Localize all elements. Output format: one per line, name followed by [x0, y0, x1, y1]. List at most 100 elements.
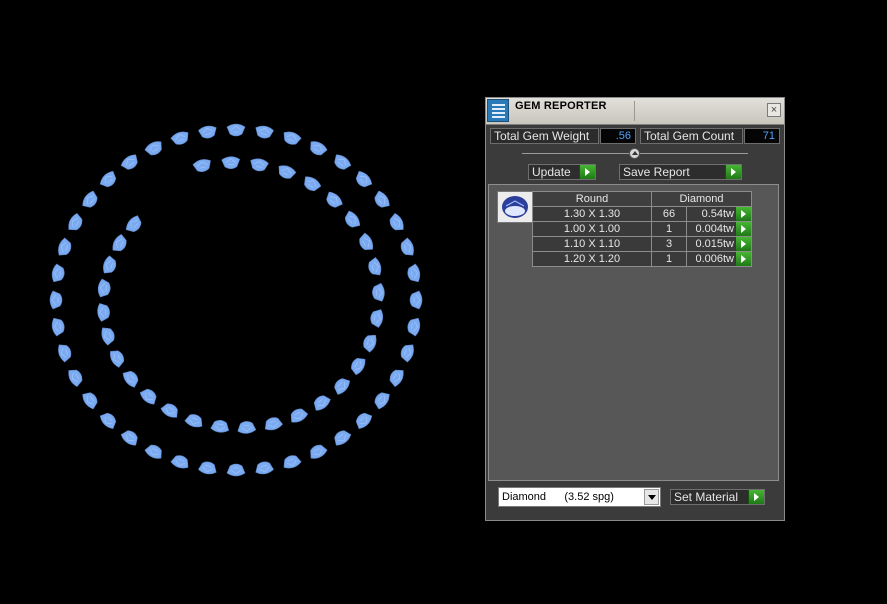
- gem-stone: [58, 237, 72, 256]
- gem-stone: [144, 444, 162, 459]
- material-select[interactable]: Diamond (3.52 spg): [498, 487, 661, 507]
- gem-stone: [97, 278, 111, 298]
- gem-stone: [344, 210, 361, 228]
- gem-stone: [210, 419, 230, 433]
- gem-count: 1: [651, 251, 687, 267]
- title-bar[interactable]: GEM REPORTER ×: [486, 98, 784, 125]
- gem-stone: [304, 176, 322, 191]
- gem-stone: [122, 370, 139, 388]
- table-row[interactable]: 1.00 X 1.00 1 0.004tw: [532, 221, 752, 237]
- gem-weight-value: 0.006tw: [695, 253, 734, 265]
- gem-stone: [170, 131, 189, 145]
- gem-stone: [370, 309, 384, 328]
- gem-stone: [313, 395, 331, 411]
- panel-title: GEM REPORTER: [515, 100, 607, 112]
- gem-stone: [112, 233, 127, 252]
- gem-stone: [389, 369, 404, 387]
- gem-size: 1.30 X 1.30: [532, 206, 652, 222]
- gem-stone: [283, 455, 302, 469]
- gem-reporter-icon: [487, 99, 509, 122]
- header-shape: Round: [532, 191, 652, 207]
- gem-list-area[interactable]: Round Diamond 1.30 X 1.30 66 0.54tw 1.00 X …: [488, 184, 779, 481]
- set-material-button[interactable]: Set Material: [670, 489, 765, 505]
- gem-stone: [310, 444, 328, 459]
- go-arrow-icon[interactable]: [735, 207, 751, 221]
- gem-count: 3: [651, 236, 687, 252]
- gem-size: 1.20 X 1.20: [532, 251, 652, 267]
- go-arrow-icon: [725, 165, 741, 179]
- gem-stone: [51, 263, 65, 283]
- gem-stone: [264, 417, 283, 431]
- gem-stone: [68, 369, 83, 387]
- gem-stone: [290, 408, 309, 423]
- gem-stone: [110, 350, 125, 368]
- close-icon[interactable]: ×: [767, 103, 781, 117]
- gem-stone: [184, 414, 203, 428]
- gem-stone: [334, 378, 351, 395]
- total-gem-weight-label: Total Gem Weight: [490, 128, 599, 144]
- gem-stone: [170, 455, 189, 469]
- slider-up-icon[interactable]: [629, 148, 640, 159]
- gem-stone: [389, 213, 404, 231]
- gem-stone: [283, 131, 302, 145]
- gem-table: Round Diamond 1.30 X 1.30 66 0.54tw 1.00 X …: [532, 191, 752, 267]
- gem-stone: [226, 123, 246, 137]
- gem-stone: [409, 290, 423, 310]
- round-gem-icon[interactable]: [497, 191, 533, 223]
- gem-stone: [351, 357, 366, 376]
- gem-stone: [226, 463, 246, 477]
- header-material: Diamond: [651, 191, 752, 207]
- gem-stone: [400, 344, 414, 363]
- table-row[interactable]: 1.20 X 1.20 1 0.006tw: [532, 251, 752, 267]
- gem-stone: [160, 403, 178, 418]
- go-arrow-icon[interactable]: [735, 222, 751, 236]
- gem-stone: [237, 421, 257, 434]
- material-select-value: Diamond (3.52 spg): [502, 491, 614, 503]
- total-gem-count-label: Total Gem Count: [640, 128, 743, 144]
- gem-stone: [374, 392, 390, 410]
- gem-stone: [255, 125, 274, 139]
- gem-stone: [221, 156, 241, 169]
- gem-stone: [68, 213, 83, 231]
- go-arrow-icon: [579, 165, 595, 179]
- gem-stone: [326, 191, 343, 208]
- gem-weight: 0.004tw: [686, 221, 752, 237]
- gem-stone: [82, 392, 98, 410]
- gem-stone: [363, 334, 377, 353]
- table-row[interactable]: 1.10 X 1.10 3 0.015tw: [532, 236, 752, 252]
- save-report-button[interactable]: Save Report: [619, 164, 742, 180]
- gem-weight-value: 0.54tw: [701, 208, 734, 220]
- gem-stone: [99, 412, 117, 430]
- gem-count: 66: [651, 206, 687, 222]
- go-arrow-icon[interactable]: [735, 252, 751, 266]
- gem-stone: [192, 159, 211, 172]
- gem-weight: 0.006tw: [686, 251, 752, 267]
- gem-stone: [355, 170, 373, 188]
- gem-stone: [120, 154, 138, 170]
- gem-stone: [374, 190, 390, 208]
- update-button-label: Update: [532, 165, 571, 179]
- gem-size: 1.10 X 1.10: [532, 236, 652, 252]
- gem-stone: [407, 317, 421, 337]
- set-material-button-label: Set Material: [674, 490, 739, 504]
- gem-stone: [58, 344, 72, 363]
- gem-stone: [372, 282, 385, 302]
- gem-stone: [125, 215, 142, 232]
- dropdown-arrow-icon[interactable]: [644, 489, 659, 505]
- gem-stone: [400, 237, 414, 256]
- gem-stone: [49, 290, 63, 310]
- gem-stone: [97, 303, 110, 322]
- total-gem-weight-value: .56: [600, 128, 636, 144]
- table-row[interactable]: 1.30 X 1.30 66 0.54tw: [532, 206, 752, 222]
- gem-stone: [359, 232, 373, 250]
- gem-stone: [82, 190, 98, 208]
- go-arrow-icon[interactable]: [735, 237, 751, 251]
- gem-stone: [368, 257, 382, 276]
- gem-stone: [278, 165, 297, 179]
- table-header-row: Round Diamond: [532, 191, 752, 207]
- gem-stone: [198, 125, 217, 139]
- gem-stone: [334, 154, 352, 170]
- gem-stone: [407, 263, 421, 283]
- update-button[interactable]: Update: [528, 164, 596, 180]
- gem-stone: [51, 317, 65, 337]
